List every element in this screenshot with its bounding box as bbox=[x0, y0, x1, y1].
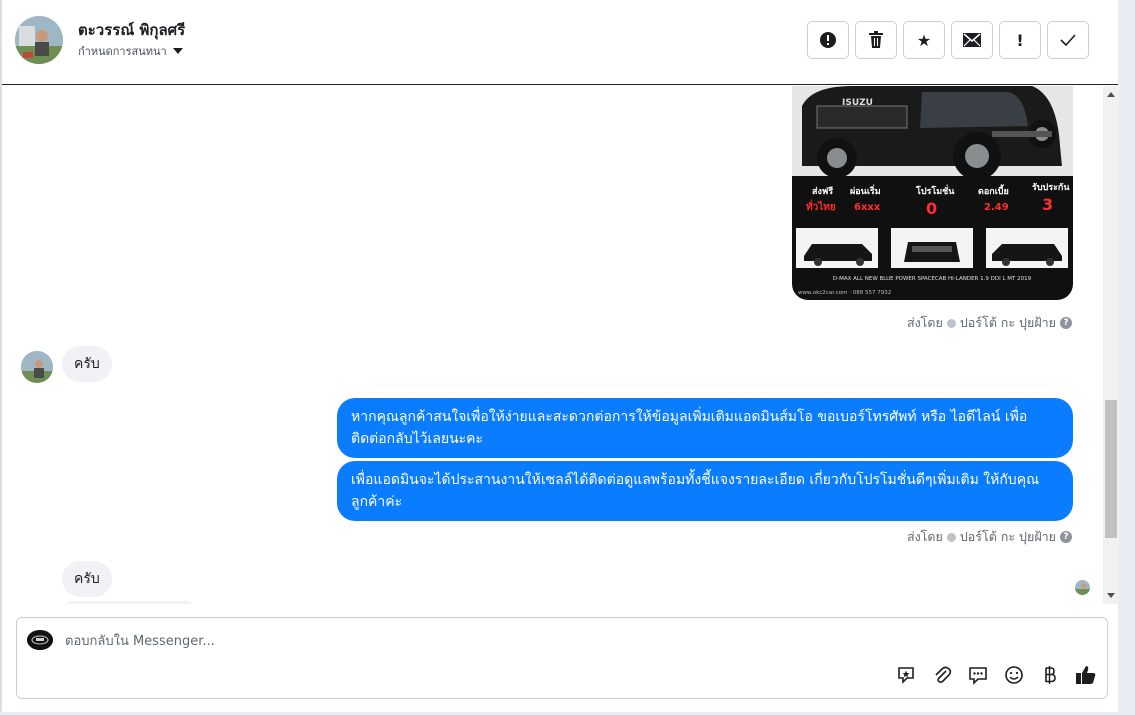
baht-icon[interactable] bbox=[1039, 664, 1061, 686]
seen-avatar bbox=[1075, 580, 1090, 595]
message-text: เพื่อแอดมินจะได้ประสานงานให้เซลล์ได้ติดต… bbox=[351, 472, 1040, 510]
promo-feature-value: 3 bbox=[1042, 195, 1053, 214]
promo-feature-label: รับประกัน bbox=[1032, 182, 1070, 193]
page-avatar bbox=[27, 630, 53, 650]
promo-feature-value: ทั่วไทย bbox=[806, 199, 836, 213]
promo-model-caption: D-MAX ALL NEW BLUE POWER SPACECAB HI-LAN… bbox=[833, 276, 1032, 282]
star-button[interactable]: ★ bbox=[903, 21, 945, 59]
incoming-message[interactable]: ครับ bbox=[62, 346, 112, 382]
verified-dot-icon bbox=[946, 318, 956, 328]
report-button[interactable] bbox=[807, 21, 849, 59]
help-icon[interactable]: ? bbox=[1060, 531, 1072, 543]
sender-name[interactable]: ปอร์โต้ กะ ปุยฝ้าย bbox=[960, 313, 1056, 333]
paperclip-icon[interactable] bbox=[931, 664, 953, 686]
caret-down-icon bbox=[172, 48, 183, 54]
promo-feature-value: 6xxx bbox=[854, 202, 881, 213]
sent-by-line: ส่งโดย ปอร์โต้ กะ ปุยฝ้าย ? bbox=[907, 313, 1072, 333]
contact-avatar[interactable] bbox=[15, 16, 63, 64]
verified-dot-icon bbox=[946, 532, 956, 542]
message-scrollbar[interactable] bbox=[1103, 86, 1119, 604]
scrollbar-thumb[interactable] bbox=[1105, 400, 1117, 538]
envelope-icon bbox=[963, 33, 981, 47]
thumbs-up-icon[interactable] bbox=[1075, 664, 1097, 686]
sticker-icon[interactable] bbox=[895, 664, 917, 686]
chat-bubble-icon[interactable] bbox=[967, 664, 989, 686]
conversation-panel: ตะวรรณ์ พิกุลศรี กำหนดการสนทนา ★ ! ISUZU… bbox=[0, 0, 1119, 712]
reply-input[interactable] bbox=[65, 631, 865, 651]
exclamation-icon: ! bbox=[1016, 30, 1024, 50]
outgoing-message[interactable]: เพื่อแอดมินจะได้ประสานงานให้เซลล์ได้ติดต… bbox=[337, 461, 1073, 521]
conversation-header: ตะวรรณ์ พิกุลศรี กำหนดการสนทนา ★ ! bbox=[2, 0, 1118, 85]
promo-feature-label: ส่งฟรี bbox=[812, 186, 833, 197]
sender-name[interactable]: ปอร์โต้ กะ ปุยฝ้าย bbox=[960, 527, 1056, 547]
message-text: หากคุณลูกค้าสนใจเพื่อให้ง่ายและสะดวกต่อก… bbox=[351, 409, 1028, 447]
conversation-schedule-dropdown[interactable]: กำหนดการสนทนา bbox=[78, 42, 183, 60]
mail-button[interactable] bbox=[951, 21, 993, 59]
reply-composer bbox=[16, 617, 1108, 699]
contact-avatar-small[interactable] bbox=[21, 351, 53, 383]
alert-circle-icon bbox=[820, 32, 836, 48]
conversation-actions: ★ ! bbox=[807, 21, 1089, 59]
scroll-up-arrow-icon[interactable] bbox=[1107, 92, 1115, 97]
done-button[interactable] bbox=[1047, 21, 1089, 59]
help-icon[interactable]: ? bbox=[1060, 317, 1072, 329]
sent-by-label: ส่งโดย bbox=[906, 529, 943, 544]
promo-feature-value: 2.49 bbox=[984, 202, 1009, 213]
check-icon bbox=[1060, 34, 1076, 46]
sent-by-line: ส่งโดย ปอร์โต้ กะ ปุยฝ้าย ? bbox=[907, 527, 1072, 547]
promo-brand: ISUZU bbox=[842, 98, 873, 108]
promo-image[interactable]: ISUZU ส่งฟรี ทั่วไทย ผ่อนเริ่ม 6xxx โปรโ… bbox=[792, 86, 1073, 300]
outgoing-message[interactable]: หากคุณลูกค้าสนใจเพื่อให้ง่ายและสะดวกต่อก… bbox=[337, 398, 1073, 458]
incoming-message[interactable]: ครับ bbox=[62, 561, 112, 597]
star-icon: ★ bbox=[916, 30, 932, 50]
trash-icon bbox=[869, 31, 883, 48]
message-text: ครับ bbox=[74, 571, 100, 587]
emoji-icon[interactable] bbox=[1003, 664, 1025, 686]
sent-by-label: ส่งโดย bbox=[906, 315, 943, 330]
message-text: ครับ bbox=[74, 356, 100, 372]
scroll-down-arrow-icon[interactable] bbox=[1107, 593, 1115, 598]
promo-footer-text: www.okc2car.com · 088 557 7932 bbox=[798, 290, 891, 296]
delete-button[interactable] bbox=[855, 21, 897, 59]
composer-tools bbox=[895, 664, 1097, 686]
important-button[interactable]: ! bbox=[999, 21, 1041, 59]
incoming-message-partial[interactable] bbox=[62, 601, 196, 604]
promo-feature-value: 0 bbox=[926, 199, 937, 218]
message-list[interactable]: ISUZU ส่งฟรี ทั่วไทย ผ่อนเริ่ม 6xxx โปรโ… bbox=[2, 86, 1102, 604]
conversation-schedule-label: กำหนดการสนทนา bbox=[78, 45, 167, 58]
contact-name[interactable]: ตะวรรณ์ พิกุลศรี bbox=[78, 18, 185, 42]
